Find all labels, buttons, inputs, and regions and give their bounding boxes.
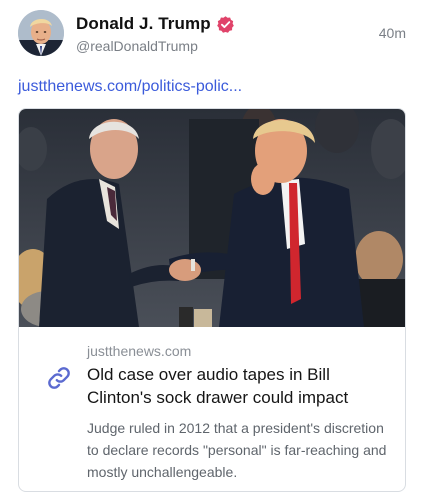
card-description: Judge ruled in 2012 that a president's d… xyxy=(87,420,387,480)
author-block: Donald J. Trump @realDonaldTrump xyxy=(76,13,235,54)
link-chain-icon xyxy=(46,365,72,391)
article-photo-illustration xyxy=(19,109,405,327)
verified-badge-icon xyxy=(216,15,235,34)
avatar[interactable] xyxy=(18,10,64,56)
card-body: justthenews.com Old case over audio tape… xyxy=(19,327,405,491)
card-domain: justthenews.com xyxy=(87,343,192,359)
display-name-row: Donald J. Trump xyxy=(76,13,235,35)
article-photo[interactable] xyxy=(19,109,405,327)
display-name[interactable]: Donald J. Trump xyxy=(76,14,211,34)
post-header: Donald J. Trump @realDonaldTrump 40m xyxy=(18,10,408,60)
handle[interactable]: @realDonaldTrump xyxy=(76,38,235,54)
timestamp: 40m xyxy=(378,25,406,41)
avatar-image xyxy=(18,10,64,56)
post-link[interactable]: justthenews.com/politics-polic... xyxy=(18,78,242,96)
link-preview-card[interactable]: justthenews.com Old case over audio tape… xyxy=(18,108,406,492)
card-title[interactable]: Old case over audio tapes in Bill Clinto… xyxy=(87,363,387,409)
